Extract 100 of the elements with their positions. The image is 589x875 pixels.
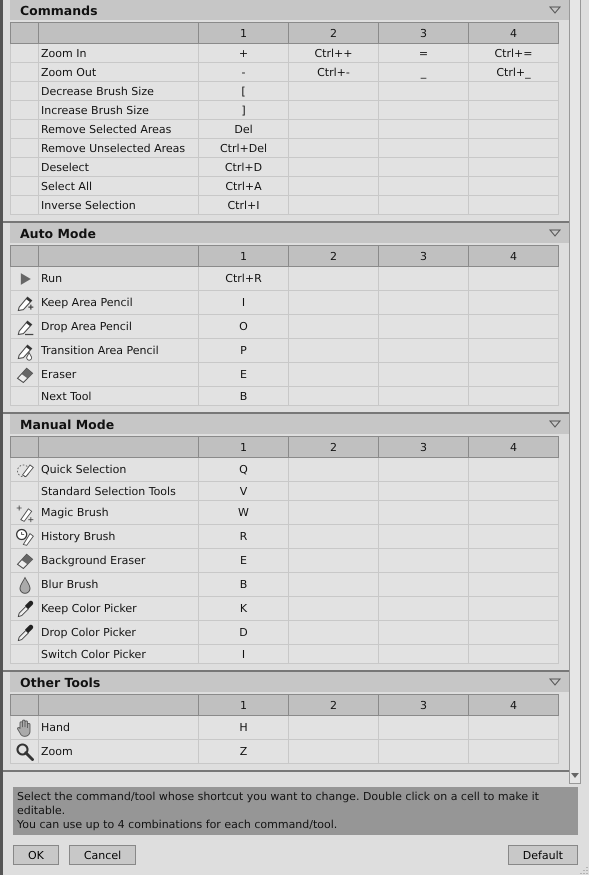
shortcut-cell[interactable]: [288, 314, 378, 338]
shortcut-cell[interactable]: [468, 524, 558, 548]
command-name[interactable]: Zoom: [38, 740, 198, 764]
command-name[interactable]: Drop Area Pencil: [38, 314, 198, 338]
shortcut-cell[interactable]: Ctrl+_: [468, 62, 558, 82]
shortcut-cell[interactable]: [468, 120, 558, 138]
shortcut-cell[interactable]: Ctrl+Del: [198, 138, 288, 158]
command-name[interactable]: Drop Color Picker: [38, 620, 198, 644]
command-name[interactable]: Keep Area Pencil: [38, 290, 198, 314]
shortcut-cell[interactable]: [468, 158, 558, 176]
shortcut-cell[interactable]: [378, 500, 468, 524]
shortcut-cell[interactable]: [378, 266, 468, 290]
shortcut-cell[interactable]: [468, 596, 558, 620]
collapse-icon[interactable]: [549, 6, 561, 14]
shortcut-cell[interactable]: [468, 314, 558, 338]
dialog-button[interactable]: OK: [13, 845, 59, 865]
shortcut-cell[interactable]: Ctrl++: [288, 44, 378, 62]
command-name[interactable]: History Brush: [38, 524, 198, 548]
shortcut-cell[interactable]: Del: [198, 120, 288, 138]
shortcut-cell[interactable]: [288, 338, 378, 362]
shortcut-cell[interactable]: [378, 482, 468, 500]
shortcut-cell[interactable]: [468, 290, 558, 314]
shortcut-cell[interactable]: Ctrl+D: [198, 158, 288, 176]
scroll-down-icon[interactable]: [571, 771, 579, 779]
shortcut-cell[interactable]: [378, 196, 468, 214]
shortcut-cell[interactable]: [468, 482, 558, 500]
scrollbar[interactable]: [569, 0, 581, 784]
command-name[interactable]: Zoom Out: [38, 62, 198, 82]
shortcut-cell[interactable]: [468, 458, 558, 482]
shortcut-cell[interactable]: Ctrl+A: [198, 176, 288, 196]
shortcut-cell[interactable]: -: [198, 62, 288, 82]
shortcut-cell[interactable]: [468, 362, 558, 386]
command-name[interactable]: Transition Area Pencil: [38, 338, 198, 362]
shortcut-cell[interactable]: [288, 740, 378, 764]
command-name[interactable]: Zoom In: [38, 44, 198, 62]
shortcut-cell[interactable]: [378, 176, 468, 196]
shortcut-cell[interactable]: [288, 138, 378, 158]
command-name[interactable]: Hand: [38, 716, 198, 740]
shortcut-cell[interactable]: O: [198, 314, 288, 338]
shortcut-cell[interactable]: [378, 524, 468, 548]
section-header[interactable]: Other Tools: [10, 672, 569, 692]
shortcut-cell[interactable]: Ctrl+I: [198, 196, 288, 214]
shortcut-cell[interactable]: [288, 362, 378, 386]
shortcut-cell[interactable]: R: [198, 524, 288, 548]
shortcut-cell[interactable]: [378, 386, 468, 406]
shortcut-cell[interactable]: [288, 596, 378, 620]
shortcut-cell[interactable]: [378, 458, 468, 482]
shortcut-cell[interactable]: [288, 620, 378, 644]
shortcut-cell[interactable]: H: [198, 716, 288, 740]
shortcut-cell[interactable]: [: [198, 82, 288, 100]
section-header[interactable]: Commands: [10, 0, 569, 20]
shortcut-cell[interactable]: [468, 196, 558, 214]
shortcut-cell[interactable]: P: [198, 338, 288, 362]
shortcut-cell[interactable]: [288, 100, 378, 120]
collapse-icon[interactable]: [549, 229, 561, 237]
command-name[interactable]: Decrease Brush Size: [38, 82, 198, 100]
command-name[interactable]: Eraser: [38, 362, 198, 386]
shortcut-cell[interactable]: [378, 644, 468, 664]
shortcut-cell[interactable]: [288, 386, 378, 406]
shortcut-cell[interactable]: [378, 740, 468, 764]
shortcut-cell[interactable]: I: [198, 644, 288, 664]
shortcut-cell[interactable]: K: [198, 596, 288, 620]
command-name[interactable]: Select All: [38, 176, 198, 196]
shortcut-cell[interactable]: [468, 716, 558, 740]
command-name[interactable]: Inverse Selection: [38, 196, 198, 214]
shortcut-cell[interactable]: [288, 120, 378, 138]
shortcut-cell[interactable]: D: [198, 620, 288, 644]
shortcut-cell[interactable]: [378, 138, 468, 158]
shortcut-cell[interactable]: =: [378, 44, 468, 62]
shortcut-cell[interactable]: [468, 740, 558, 764]
shortcut-cell[interactable]: [288, 572, 378, 596]
resize-grip-icon[interactable]: [580, 866, 588, 874]
shortcut-cell[interactable]: [378, 290, 468, 314]
shortcut-cell[interactable]: [468, 548, 558, 572]
shortcut-cell[interactable]: [288, 82, 378, 100]
collapse-icon[interactable]: [549, 420, 561, 428]
shortcut-cell[interactable]: Ctrl+R: [198, 266, 288, 290]
shortcut-cell[interactable]: [288, 548, 378, 572]
command-name[interactable]: Magic Brush: [38, 500, 198, 524]
shortcut-cell[interactable]: [378, 314, 468, 338]
shortcut-cell[interactable]: V: [198, 482, 288, 500]
shortcut-cell[interactable]: ]: [198, 100, 288, 120]
shortcut-cell[interactable]: B: [198, 572, 288, 596]
shortcut-cell[interactable]: [468, 572, 558, 596]
command-name[interactable]: Next Tool: [38, 386, 198, 406]
dialog-button[interactable]: Cancel: [68, 845, 136, 865]
shortcut-cell[interactable]: I: [198, 290, 288, 314]
shortcut-cell[interactable]: [288, 716, 378, 740]
shortcut-cell[interactable]: [288, 524, 378, 548]
shortcut-cell[interactable]: [288, 500, 378, 524]
shortcut-cell[interactable]: [378, 572, 468, 596]
shortcut-cell[interactable]: Q: [198, 458, 288, 482]
shortcut-cell[interactable]: [288, 482, 378, 500]
dialog-button[interactable]: Default: [508, 845, 578, 865]
shortcut-cell[interactable]: [468, 100, 558, 120]
section-header[interactable]: Manual Mode: [10, 414, 569, 434]
shortcut-cell[interactable]: [288, 158, 378, 176]
shortcut-cell[interactable]: [468, 176, 558, 196]
shortcut-cell[interactable]: [288, 266, 378, 290]
command-name[interactable]: Blur Brush: [38, 572, 198, 596]
